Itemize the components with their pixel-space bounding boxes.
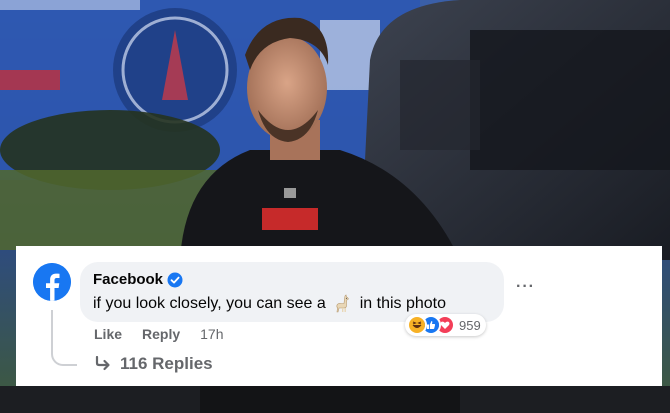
- comment-card: Facebook if you look closely, you can se…: [16, 246, 662, 386]
- reply-thread-line: [51, 310, 77, 366]
- comment-author[interactable]: Facebook: [93, 271, 163, 288]
- more-options-icon[interactable]: ···: [516, 279, 538, 295]
- replies-label: 116 Replies: [120, 354, 213, 373]
- reactions-summary[interactable]: 959: [405, 314, 486, 336]
- comment-text: if you look closely, you can see a in th…: [93, 294, 446, 314]
- haha-reaction-icon: [407, 315, 427, 335]
- reaction-icons: [407, 315, 455, 335]
- comment-timestamp[interactable]: 17h: [200, 326, 223, 342]
- author-row: Facebook: [93, 271, 183, 288]
- view-replies-button[interactable]: 116 Replies: [94, 354, 213, 374]
- verified-badge-icon: [167, 272, 183, 288]
- reaction-count: 959: [459, 317, 481, 333]
- llama-emoji: [333, 294, 353, 314]
- comment-text-after: in this photo: [359, 295, 446, 312]
- facebook-logo-avatar[interactable]: [33, 263, 71, 301]
- reply-arrow-icon: [94, 355, 112, 372]
- comment-bubble: Facebook if you look closely, you can se…: [80, 262, 504, 322]
- reply-button[interactable]: Reply: [142, 326, 180, 342]
- comment-text-before: if you look closely, you can see a: [93, 295, 326, 312]
- comment-actions: Like Reply 17h: [94, 326, 224, 342]
- like-button[interactable]: Like: [94, 326, 122, 342]
